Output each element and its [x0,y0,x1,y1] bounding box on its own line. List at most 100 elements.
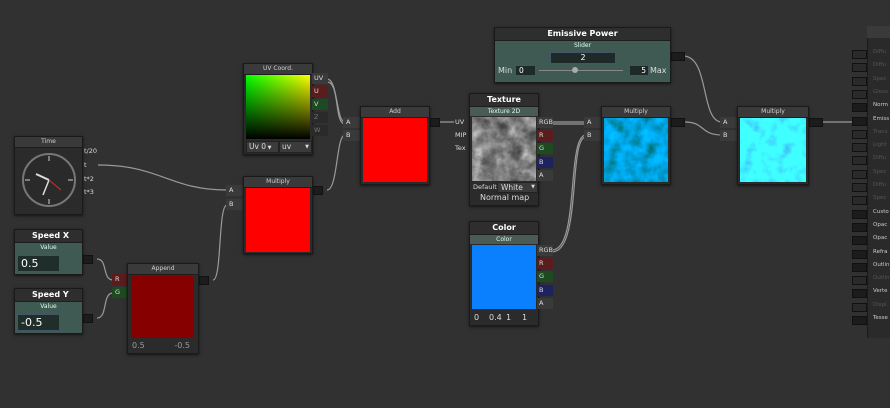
multiply2-node[interactable]: Multiply [601,106,671,185]
multiply3-input-a[interactable]: A [720,117,737,128]
uv-output-z[interactable]: Z [312,112,328,123]
emissive-output-port[interactable] [671,52,685,61]
main-input-port[interactable] [852,143,867,153]
node-title: Multiply [738,107,808,118]
add-output-port[interactable] [430,118,440,127]
multiply3-input-b[interactable]: B [720,130,737,141]
multiply1-input-a[interactable]: A [226,185,243,196]
add-input-b[interactable]: B [343,130,360,141]
main-input-port[interactable] [852,63,867,73]
color-output-rgb[interactable]: RGB [537,245,553,256]
color-output-b[interactable]: B [537,285,553,296]
emissive-max-field[interactable]: 5 [629,65,649,76]
texture-output-r[interactable]: R [537,130,553,141]
speed-x-output-port[interactable] [83,255,93,264]
main-input-port[interactable] [852,103,867,113]
wire-time-multiply [97,164,228,191]
texture-input-tex[interactable]: Tex [452,143,469,154]
multiply2-input-b[interactable]: B [584,130,601,141]
color-val-g[interactable]: 0.4 [489,313,502,322]
uv-output-w[interactable]: W [312,125,328,136]
speed-x-node[interactable]: Speed X Value 0.5 [14,229,83,275]
main-input-port[interactable] [852,316,867,325]
texture-input-uv[interactable]: UV [452,117,469,128]
append-output-port[interactable] [199,276,209,285]
main-input-port[interactable] [852,129,867,139]
emissive-value-field[interactable]: 2 [550,52,616,64]
emissive-power-node[interactable]: Emissive Power Slider 2 Min 0 5 Max [494,27,671,83]
texture-input-mip[interactable]: MIP [452,130,469,141]
time-output-t2[interactable]: t*2 [82,174,94,185]
main-input-label: Diffu [873,155,887,162]
main-input-port[interactable] [852,222,867,232]
multiply3-output-port[interactable] [809,118,823,127]
add-input-a[interactable]: A [343,117,360,128]
node-title: Multiply [602,107,670,118]
main-input-port[interactable] [852,302,867,312]
main-input-port[interactable] [852,156,867,166]
uv-output-v[interactable]: V [312,99,328,110]
main-input-port[interactable] [852,262,867,272]
texture-default-dropdown[interactable]: White ▼ [497,182,538,193]
color-node[interactable]: Color Color 0 0.4 1 1 [469,221,539,326]
uv-mode-dropdown[interactable]: uv ▼ [279,141,312,153]
node-title: Emissive Power [495,28,670,41]
multiply2-output-port[interactable] [671,118,685,127]
main-input-port[interactable] [852,76,867,86]
time-output-t[interactable]: t [82,160,87,171]
main-node-panel[interactable]: Diffu Diffu Spec Gloss Norm Emiss Trans Light Di… [867,38,890,338]
color-output-a[interactable]: A [537,298,553,309]
add-node[interactable]: Add [360,106,430,185]
main-input-port[interactable] [852,249,867,259]
time-node[interactable]: Time [14,136,83,215]
color-val-b[interactable]: 1 [506,313,511,322]
multiply1-input-b[interactable]: B [226,199,243,210]
time-output-t20[interactable]: t/20 [82,146,97,157]
speed-y-value-field[interactable]: -0.5 [17,314,60,331]
main-input-port[interactable] [852,89,867,99]
multiply1-node[interactable]: Multiply [243,176,313,254]
color-output-r[interactable]: R [537,258,553,269]
node-title: Multiply [244,177,312,188]
emissive-slider-track[interactable] [539,70,623,71]
main-input-port[interactable] [852,289,867,299]
speed-y-output-port[interactable] [83,314,93,323]
main-input-port[interactable] [852,196,867,206]
multiply1-output-port[interactable] [313,186,323,195]
multiply2-input-a[interactable]: A [584,117,601,128]
color-swatch[interactable] [472,245,536,309]
texture-output-a[interactable]: A [537,170,553,181]
time-output-t3[interactable]: t*3 [82,187,94,198]
main-input-label: Outlin [873,261,890,268]
uv-coord-node[interactable]: UV Coord. Uv 0 ▼ uv ▼ [243,63,313,155]
uv-output-u[interactable]: U [312,86,328,97]
texture-output-rgb[interactable]: RGB [537,117,553,128]
texture-node[interactable]: Texture Texture 2D Default White ▼ Normal… [469,93,539,206]
color-val-a[interactable]: 1 [522,313,527,322]
main-input-port[interactable] [852,276,867,286]
speed-x-value-field[interactable]: 0.5 [17,255,60,272]
emissive-slider-handle[interactable] [572,67,578,73]
uv-channel-dropdown[interactable]: Uv 0 ▼ [246,141,279,153]
speed-y-node[interactable]: Speed Y Value -0.5 [14,288,83,334]
main-input-port[interactable] [852,116,867,126]
texture-output-b[interactable]: B [537,157,553,168]
main-input-port[interactable] [852,183,867,192]
multiply3-node[interactable]: Multiply [737,106,809,185]
normal-map-toggle[interactable]: Normal map [480,193,529,202]
emissive-min-field[interactable]: 0 [515,65,536,76]
wire-color-mul2 [551,134,587,251]
main-input-port[interactable] [852,209,867,219]
multiply2-preview [604,118,668,182]
uv-output-uv[interactable]: UV [312,73,328,84]
texture-output-g[interactable]: G [537,143,553,154]
color-val-r[interactable]: 0 [474,313,479,322]
texture-default-value: White [501,183,523,192]
main-input-label: Emiss [873,115,890,122]
main-input-port[interactable] [852,50,867,59]
append-node[interactable]: Append 0.5 -0.5 [127,263,199,354]
main-node-header-stub [867,26,890,38]
main-input-port[interactable] [852,236,867,246]
main-input-port[interactable] [852,169,867,179]
color-output-g[interactable]: G [537,271,553,282]
